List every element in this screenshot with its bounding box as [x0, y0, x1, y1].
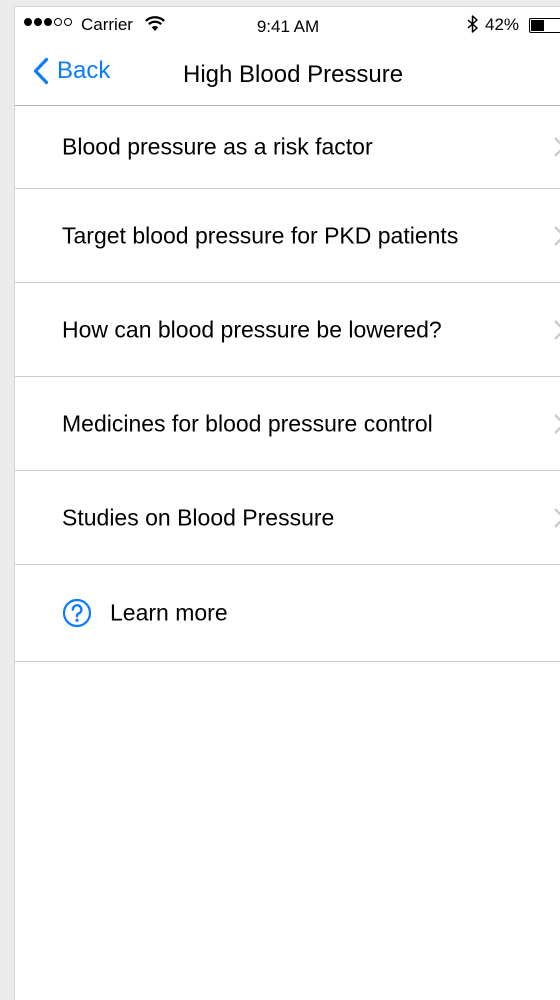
question-circle-icon [62, 598, 92, 628]
list-item-label: Studies on Blood Pressure [62, 504, 335, 530]
status-bar: Carrier 9:41 AM 42% [15, 7, 560, 43]
list-item-risk-factor[interactable]: Blood pressure as a risk factor [15, 105, 560, 189]
list-item-label: Blood pressure as a risk factor [62, 133, 373, 159]
chevron-right-icon [554, 507, 560, 528]
chevron-left-icon [33, 57, 49, 85]
list-item-studies[interactable]: Studies on Blood Pressure [15, 471, 560, 565]
topic-list: Blood pressure as a risk factor Target b… [15, 105, 560, 662]
back-button[interactable]: Back [33, 57, 110, 85]
chevron-right-icon [554, 413, 560, 434]
bluetooth-icon [467, 15, 479, 38]
chevron-right-icon [554, 136, 560, 157]
learn-more-label: Learn more [110, 599, 228, 626]
chevron-right-icon [554, 225, 560, 246]
back-button-label: Back [57, 57, 111, 84]
learn-more-item[interactable]: Learn more [15, 565, 560, 662]
list-item-medicines[interactable]: Medicines for blood pressure control [15, 377, 560, 471]
page-title: High Blood Pressure [183, 61, 404, 88]
battery-icon [529, 18, 560, 33]
battery-percent: 42% [485, 15, 520, 34]
navigation-bar: Back High Blood Pressure [15, 43, 560, 106]
battery-level-fill [531, 20, 545, 31]
list-item-label: Target blood pressure for PKD patients [62, 222, 459, 248]
list-item-label: Medicines for blood pressure control [62, 410, 433, 436]
list-item-target-bp[interactable]: Target blood pressure for PKD patients [15, 189, 560, 283]
app-screen: Carrier 9:41 AM 42% Back High Blood Pres… [14, 6, 560, 1000]
list-item-label: How can blood pressure be lowered? [62, 316, 442, 342]
chevron-right-icon [554, 319, 560, 340]
list-item-lowering-bp[interactable]: How can blood pressure be lowered? [15, 283, 560, 377]
